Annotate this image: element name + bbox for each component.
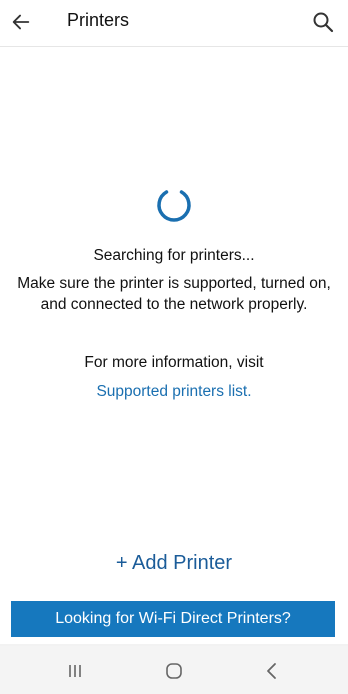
recents-button[interactable] <box>58 654 92 688</box>
wifi-direct-button[interactable]: Looking for Wi-Fi Direct Printers? <box>11 601 335 637</box>
arrow-left-icon <box>12 14 30 30</box>
home-icon <box>166 663 182 679</box>
supported-printers-link[interactable]: Supported printers list. <box>0 383 348 401</box>
system-back-button[interactable] <box>255 654 289 688</box>
app-bar: Printers <box>0 0 348 47</box>
more-info-text: For more information, visit <box>84 354 264 371</box>
printer-hint-text: Make sure the printer is supported, turn… <box>17 275 331 313</box>
back-chevron-icon <box>267 663 276 679</box>
search-button[interactable] <box>306 5 340 39</box>
back-button[interactable] <box>4 5 38 39</box>
loading-spinner-icon <box>157 190 191 222</box>
home-button[interactable] <box>157 654 191 688</box>
system-nav-bar <box>0 646 348 694</box>
printer-search-panel: Searching for printers... Make sure the … <box>0 47 348 644</box>
recents-icon <box>69 665 81 677</box>
search-status-text: Searching for printers... <box>93 247 255 264</box>
search-icon <box>313 12 334 33</box>
add-printer-button[interactable]: + Add Printer <box>0 552 348 575</box>
page-title: Printers <box>67 10 130 30</box>
